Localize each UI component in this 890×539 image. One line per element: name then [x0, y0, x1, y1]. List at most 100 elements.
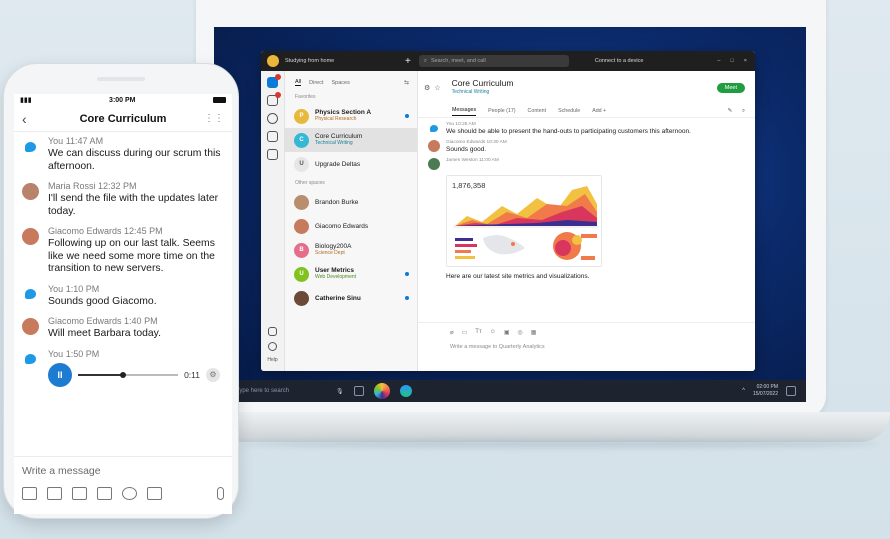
space-list-item[interactable]: B Biology200A Science Dept: [285, 238, 417, 262]
laptop-screen: Studying from home + ⌕ Search, meet, and…: [214, 27, 806, 402]
analytics-image-card[interactable]: 1,876,358: [446, 175, 602, 267]
mention-icon[interactable]: [122, 487, 137, 500]
message-text: I'll send the file with the updates late…: [48, 193, 219, 217]
message-item: You 10:25 AM We should be able to presen…: [428, 122, 745, 135]
tab-messages[interactable]: Messages: [452, 107, 477, 116]
audio-message-player: II 0:11 ⚙: [48, 362, 220, 387]
phone-speaker: [97, 77, 145, 81]
screen-capture-icon[interactable]: ▭: [462, 329, 468, 336]
maximize-icon[interactable]: □: [730, 58, 733, 64]
gif-icon[interactable]: [97, 487, 112, 500]
tab-schedule[interactable]: Schedule: [558, 108, 580, 114]
search-messages-icon[interactable]: ⌕: [742, 108, 745, 115]
lock-icon[interactable]: [147, 487, 162, 500]
meet-button[interactable]: Meet: [716, 83, 745, 93]
space-avatar: C: [294, 132, 309, 148]
taskbar-search[interactable]: Type here to search: [236, 388, 326, 394]
format-text-icon[interactable]: Tт: [475, 329, 481, 336]
emoji-icon[interactable]: ☺: [490, 329, 496, 336]
favorite-star-icon[interactable]: ☆: [434, 84, 440, 92]
message-text: Will meet Barbara today.: [48, 328, 161, 339]
filter-spaces[interactable]: Spaces: [332, 80, 350, 86]
message-meta: Maria Rossi 12:32 PM: [48, 181, 137, 191]
space-list-item[interactable]: Brandon Burke: [285, 190, 417, 214]
webex-app-icon[interactable]: [373, 383, 390, 399]
clock-time: 02:00 PM: [756, 384, 778, 390]
space-list-item[interactable]: U Upgrade Deltas: [285, 152, 417, 176]
tab-add[interactable]: Add +: [592, 108, 606, 114]
add-icon[interactable]: +: [405, 56, 411, 67]
webex-desktop-window: Studying from home + ⌕ Search, meet, and…: [261, 51, 755, 371]
unread-badge: [275, 92, 281, 98]
minimize-icon[interactable]: –: [717, 58, 720, 64]
space-avatar: [294, 218, 309, 234]
help-icon[interactable]: [267, 342, 277, 351]
tab-people[interactable]: People (17): [488, 108, 515, 114]
audio-duration: 0:11: [184, 369, 200, 380]
attach-icon[interactable]: ⌀: [450, 329, 454, 336]
contacts-icon[interactable]: [267, 113, 278, 124]
phone-message-item: You 1:10 PM Sounds good Giacomo.: [22, 284, 224, 309]
search-icon: ⌕: [423, 57, 427, 64]
space-list-item[interactable]: Giacomo Edwards: [285, 214, 417, 238]
folder-icon[interactable]: [22, 487, 37, 500]
space-name: Core Curriculum: [315, 133, 363, 140]
phone-header: ‹ Core Curriculum ⋮⋮: [14, 106, 232, 132]
clock-date: 15/07/2022: [752, 391, 778, 397]
filter-direct[interactable]: Direct: [309, 80, 323, 86]
space-avatar: B: [294, 242, 309, 258]
unread-badge: [275, 74, 281, 80]
calendar-icon[interactable]: [267, 149, 278, 160]
apps-grid-icon[interactable]: [267, 327, 277, 336]
gif-icon[interactable]: ▣: [504, 329, 510, 336]
filter-all[interactable]: All: [295, 79, 302, 86]
space-subtitle: Science Dept: [315, 250, 345, 256]
space-list-item[interactable]: C Core Curriculum Technical Writing: [285, 128, 417, 152]
message-text: We should be able to present the hand-ou…: [446, 128, 691, 135]
notification-icon[interactable]: [786, 386, 796, 396]
image-icon[interactable]: [47, 487, 62, 500]
phone-message-item: You 1:50 PM II 0:11 ⚙: [22, 349, 224, 387]
whiteboard-icon[interactable]: ◎: [518, 329, 523, 336]
other-spaces-heading: Other spaces: [295, 180, 325, 186]
message-text: Sounds good Giacomo.: [48, 295, 157, 307]
microphone-icon[interactable]: [217, 487, 224, 500]
phone-message-input[interactable]: Write a message: [22, 465, 224, 477]
share-icon[interactable]: ✎: [728, 108, 732, 115]
more-apps-icon[interactable]: ▦: [531, 329, 537, 336]
search-input[interactable]: ⌕ Search, meet, and call: [418, 55, 569, 67]
space-name: Catherine Sinu: [315, 294, 361, 302]
taskbar-clock[interactable]: 02:00 PM 15/07/2022: [753, 384, 778, 398]
profile-avatar[interactable]: [267, 55, 279, 67]
unread-dot: [405, 114, 409, 118]
teams-icon[interactable]: [267, 92, 281, 106]
space-list-item[interactable]: U User Metrics Web Development: [285, 262, 417, 286]
messaging-icon[interactable]: [267, 74, 281, 88]
space-settings-icon[interactable]: ⚙: [424, 84, 430, 92]
tray-chevron-icon[interactable]: ^: [742, 388, 745, 394]
pause-button[interactable]: II: [48, 362, 72, 387]
close-icon[interactable]: ×: [744, 58, 747, 64]
task-view-icon[interactable]: [353, 386, 364, 396]
space-list-item[interactable]: Catherine Sinu: [285, 286, 417, 310]
microphone-icon[interactable]: 🎙: [336, 388, 344, 395]
battery-icon: [213, 97, 226, 103]
phone-message-item: Giacomo Edwards 12:45 PM Following up on …: [22, 226, 224, 276]
camera-icon[interactable]: [72, 487, 87, 500]
message-meta: Giacomo Edwards 1:40 PM: [48, 316, 158, 326]
filter-settings-icon[interactable]: ⇆: [404, 79, 409, 86]
space-list-item[interactable]: P Physics Section A Physical Research: [285, 104, 417, 128]
compose-input[interactable]: Write a message to Quarterly Analytics: [450, 344, 755, 350]
status-text[interactable]: Studying from home: [285, 58, 405, 64]
audio-settings-icon[interactable]: ⚙: [206, 367, 220, 382]
audio-scrubber[interactable]: [78, 371, 179, 378]
more-grid-icon[interactable]: ⋮⋮: [204, 113, 224, 124]
connect-device-button[interactable]: Connect to a device: [595, 58, 685, 64]
space-subtitle: Technical Writing: [315, 140, 353, 146]
edge-browser-icon[interactable]: [399, 385, 412, 397]
back-chevron-icon[interactable]: ‹: [22, 111, 42, 127]
tab-content[interactable]: Content: [528, 108, 547, 114]
conversation-subtitle: Technical Writing: [451, 89, 490, 95]
calls-icon[interactable]: [267, 131, 278, 142]
phone-status-bar: ▮▮▮ 3:00 PM: [14, 94, 232, 106]
